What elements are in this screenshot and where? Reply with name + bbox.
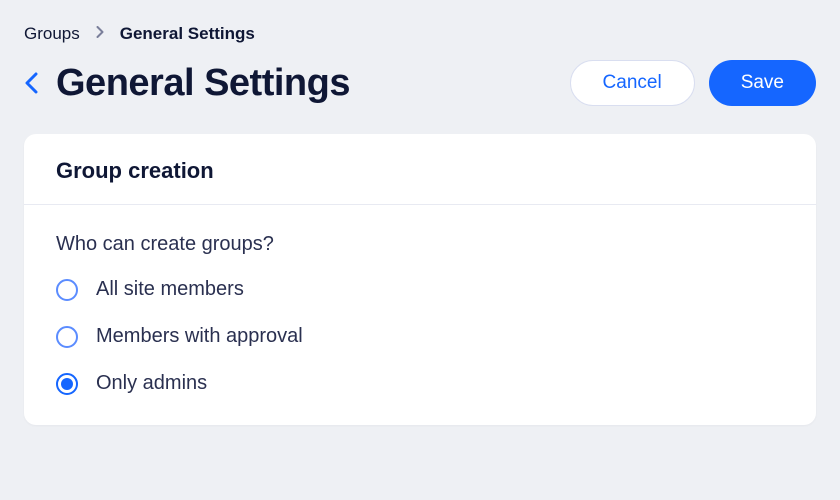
- back-icon[interactable]: [24, 72, 38, 94]
- page-header: General Settings Cancel Save: [0, 60, 840, 134]
- radio-option-all-members[interactable]: All site members: [56, 278, 784, 301]
- breadcrumb: Groups General Settings: [0, 0, 840, 60]
- card-body: Who can create groups? All site members …: [24, 205, 816, 425]
- radio-icon: [56, 373, 78, 395]
- cancel-button[interactable]: Cancel: [570, 60, 695, 106]
- card-title: Group creation: [56, 158, 784, 184]
- radio-icon: [56, 279, 78, 301]
- card-header: Group creation: [24, 134, 816, 205]
- radio-icon: [56, 326, 78, 348]
- radio-option-only-admins[interactable]: Only admins: [56, 372, 784, 395]
- save-button[interactable]: Save: [709, 60, 816, 106]
- chevron-right-icon: [96, 25, 104, 43]
- page-title: General Settings: [56, 62, 350, 105]
- radio-label: All site members: [96, 278, 244, 301]
- breadcrumb-current: General Settings: [120, 24, 255, 44]
- header-actions: Cancel Save: [570, 60, 816, 106]
- radio-label: Only admins: [96, 372, 207, 395]
- radio-option-members-approval[interactable]: Members with approval: [56, 325, 784, 348]
- group-creation-card: Group creation Who can create groups? Al…: [24, 134, 816, 425]
- section-question: Who can create groups?: [56, 233, 784, 256]
- radio-label: Members with approval: [96, 325, 303, 348]
- breadcrumb-link-groups[interactable]: Groups: [24, 24, 80, 44]
- radio-group: All site members Members with approval O…: [56, 278, 784, 395]
- header-left: General Settings: [24, 62, 350, 105]
